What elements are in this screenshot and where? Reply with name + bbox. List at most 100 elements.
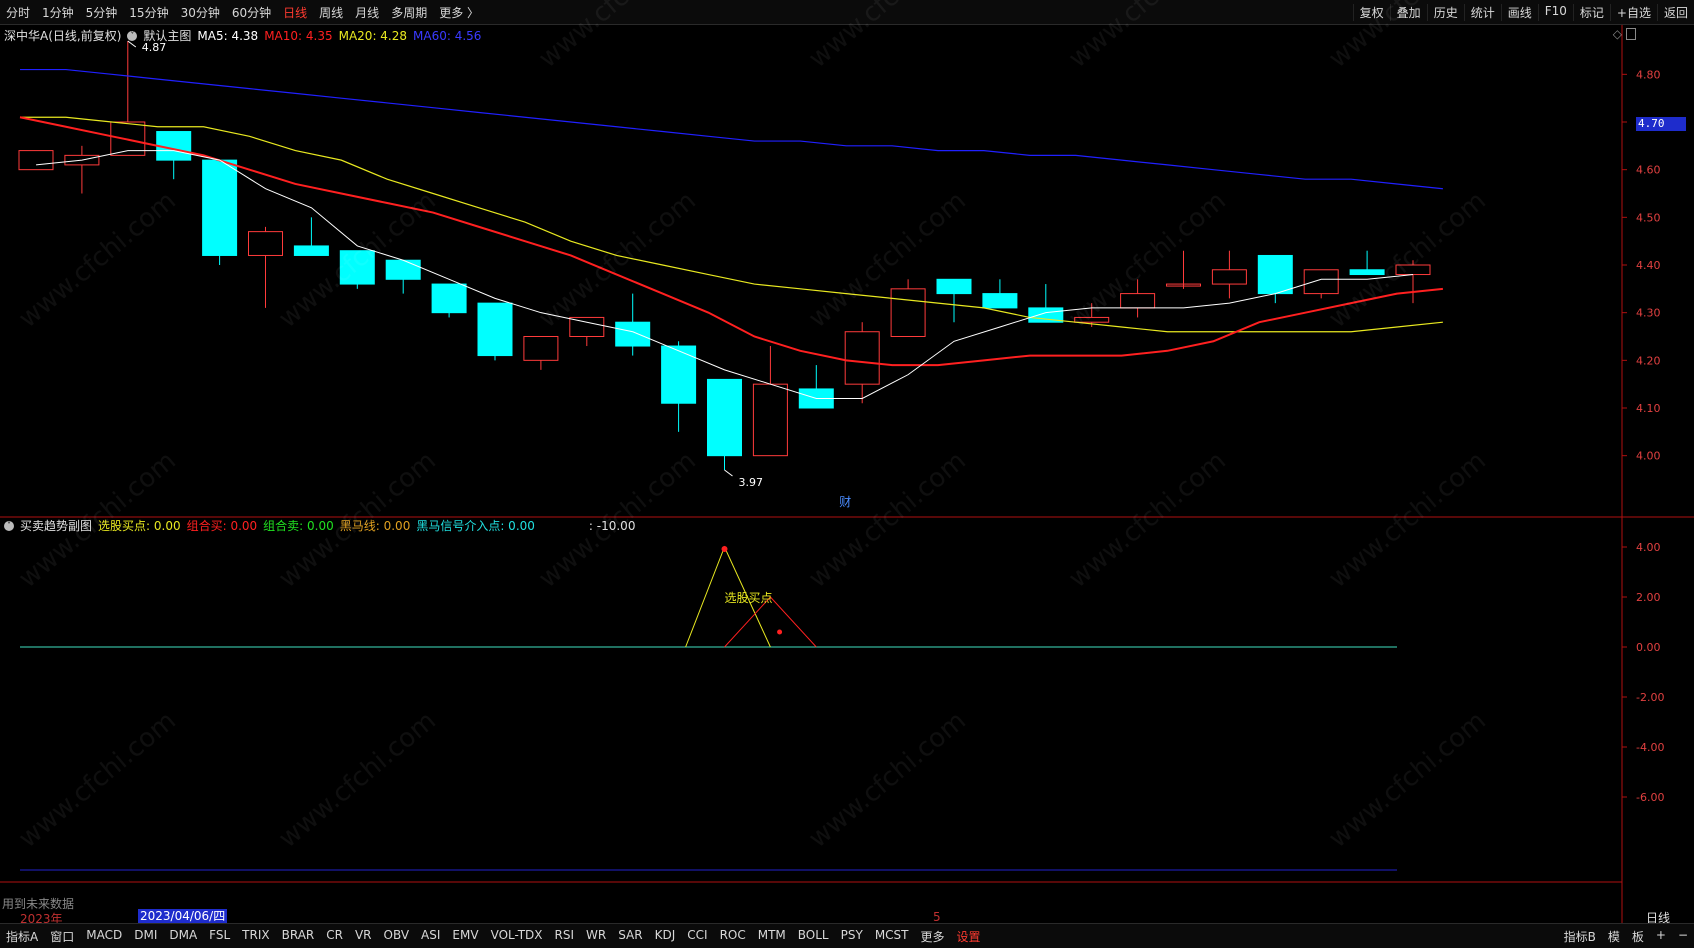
indicator-tab-7[interactable]: VR <box>349 928 378 945</box>
right-buttons: 指标B 模板 + − <box>1558 928 1694 945</box>
candle-body <box>707 378 742 457</box>
candle-10 <box>477 302 513 361</box>
ma10-value: MA10: 4.35 <box>264 28 333 43</box>
candle-body <box>615 321 651 347</box>
indicator-tab-14[interactable]: SAR <box>612 928 648 945</box>
candle-body <box>202 159 238 256</box>
candle-26 <box>1211 250 1247 299</box>
period-tab-7[interactable]: 周线 <box>313 4 349 21</box>
chart-name[interactable]: 默认主图 <box>143 27 191 44</box>
period-tab-8[interactable]: 月线 <box>349 4 385 21</box>
candle-body <box>431 283 467 314</box>
price-axis-label: 4.00 <box>1636 450 1661 463</box>
indicator-tab-9[interactable]: ASI <box>415 928 446 945</box>
price-axis-label: 4.10 <box>1636 402 1661 415</box>
indicator-tab-19[interactable]: BOLL <box>792 928 835 945</box>
indicator-tab-11[interactable]: VOL-TDX <box>485 928 549 945</box>
tool-button-2[interactable]: 历史 <box>1426 3 1464 21</box>
indicator-tab-3[interactable]: FSL <box>203 928 236 945</box>
candle-3 <box>156 131 192 180</box>
indicator-tab-18[interactable]: MTM <box>752 928 792 945</box>
tool-button-6[interactable]: 标记 <box>1572 3 1610 21</box>
diamond-icon[interactable]: ◇ <box>1613 27 1622 41</box>
sub-axis-label: -4.00 <box>1636 741 1664 754</box>
candle-0 <box>18 150 54 171</box>
ma5-line <box>36 150 1414 399</box>
right-button-1[interactable]: 模 <box>1602 928 1626 945</box>
indicator-tab-5[interactable]: BRAR <box>276 928 321 945</box>
candle-21 <box>982 279 1018 309</box>
period-tab-9[interactable]: 多周期 <box>385 4 433 21</box>
indicator-tab-0[interactable]: MACD <box>80 928 128 945</box>
low-label: 3.97 <box>739 476 764 489</box>
indicator-tab-22[interactable]: 更多 <box>915 928 951 945</box>
indicator-tab-6[interactable]: CR <box>320 928 349 945</box>
indicator-tab-21[interactable]: MCST <box>869 928 915 945</box>
period-tab-6[interactable]: 日线 <box>277 4 313 21</box>
candle-body <box>385 259 421 280</box>
period-tab-2[interactable]: 5分钟 <box>80 4 124 21</box>
candle-body <box>1303 269 1339 295</box>
candle-15 <box>707 378 742 470</box>
indicator-tab-20[interactable]: PSY <box>835 928 869 945</box>
candle-body <box>18 150 54 171</box>
indicator-tab-8[interactable]: OBV <box>378 928 416 945</box>
candle-4 <box>202 159 238 266</box>
chevron-down-icon[interactable]: ˅ <box>4 520 14 531</box>
price-axis-label: 4.40 <box>1636 259 1661 272</box>
candle-body <box>477 302 513 357</box>
candle-17 <box>798 365 834 409</box>
indicator-tab-1[interactable]: DMI <box>128 928 163 945</box>
price-axis-label: 4.60 <box>1636 164 1661 177</box>
window-tab[interactable]: 窗口 <box>44 928 80 945</box>
period-tab-1[interactable]: 1分钟 <box>36 4 80 21</box>
indicator-a-tab[interactable]: 指标A <box>0 928 44 945</box>
tool-button-5[interactable]: F10 <box>1537 3 1573 21</box>
right-button-0[interactable]: 指标B <box>1558 928 1602 945</box>
period-tab-0[interactable]: 分时 <box>0 4 36 21</box>
tool-button-8[interactable]: 返回 <box>1656 3 1694 21</box>
indicator-tab-13[interactable]: WR <box>580 928 612 945</box>
tool-button-3[interactable]: 统计 <box>1463 3 1501 21</box>
period-tab-10[interactable]: 更多 〉 <box>433 4 485 21</box>
indicator-tab-4[interactable]: TRIX <box>236 928 275 945</box>
indicator-tab-10[interactable]: EMV <box>446 928 484 945</box>
sub-axis-label: 4.00 <box>1636 541 1661 554</box>
candle-19 <box>890 279 926 338</box>
layout-icon[interactable] <box>1626 28 1636 40</box>
ma60-value: MA60: 4.56 <box>413 28 482 43</box>
indicator-tab-17[interactable]: ROC <box>714 928 752 945</box>
period-tab-3[interactable]: 15分钟 <box>123 4 174 21</box>
candle-body <box>569 316 605 338</box>
candle-20 <box>936 278 972 323</box>
signal-dot <box>777 629 783 635</box>
candle-body <box>661 345 697 404</box>
right-button-2[interactable]: 板 <box>1626 928 1650 945</box>
dark-signal-value: 黑马信号介入点: 0.00 <box>416 519 535 533</box>
candle-2 <box>110 40 146 156</box>
right-button-3[interactable]: + <box>1650 928 1672 945</box>
settings-tab[interactable]: 设置 <box>951 928 987 945</box>
candle-16 <box>752 346 788 457</box>
indicator-tab-2[interactable]: DMA <box>163 928 203 945</box>
tool-button-4[interactable]: 画线 <box>1500 3 1538 21</box>
candle-5 <box>248 226 283 308</box>
tool-button-7[interactable]: +自选 <box>1609 3 1657 21</box>
period-tab-5[interactable]: 60分钟 <box>226 4 277 21</box>
indicator-tab-12[interactable]: RSI <box>549 928 581 945</box>
ma5-value: MA5: 4.38 <box>197 28 259 43</box>
right-button-4[interactable]: − <box>1672 928 1694 945</box>
candle-body <box>523 336 559 361</box>
combo-buy-value: 组合买: 0.00 <box>186 519 258 533</box>
period-tabs: 分时 1分钟 5分钟 15分钟 30分钟 60分钟 日线 周线 月线 多周期 更多 〉 <box>0 4 485 21</box>
candle-11 <box>523 336 559 370</box>
indicator-tab-16[interactable]: CCI <box>681 928 713 945</box>
candle-13 <box>615 293 651 356</box>
candle-body <box>936 278 972 295</box>
indicator-tab-15[interactable]: KDJ <box>649 928 682 945</box>
candle-28 <box>1303 269 1339 299</box>
sub-axis-label: 2.00 <box>1636 591 1661 604</box>
price-axis-label: 4.20 <box>1636 354 1661 367</box>
chevron-down-icon[interactable]: ˅ <box>127 30 138 41</box>
period-tab-4[interactable]: 30分钟 <box>175 4 226 21</box>
